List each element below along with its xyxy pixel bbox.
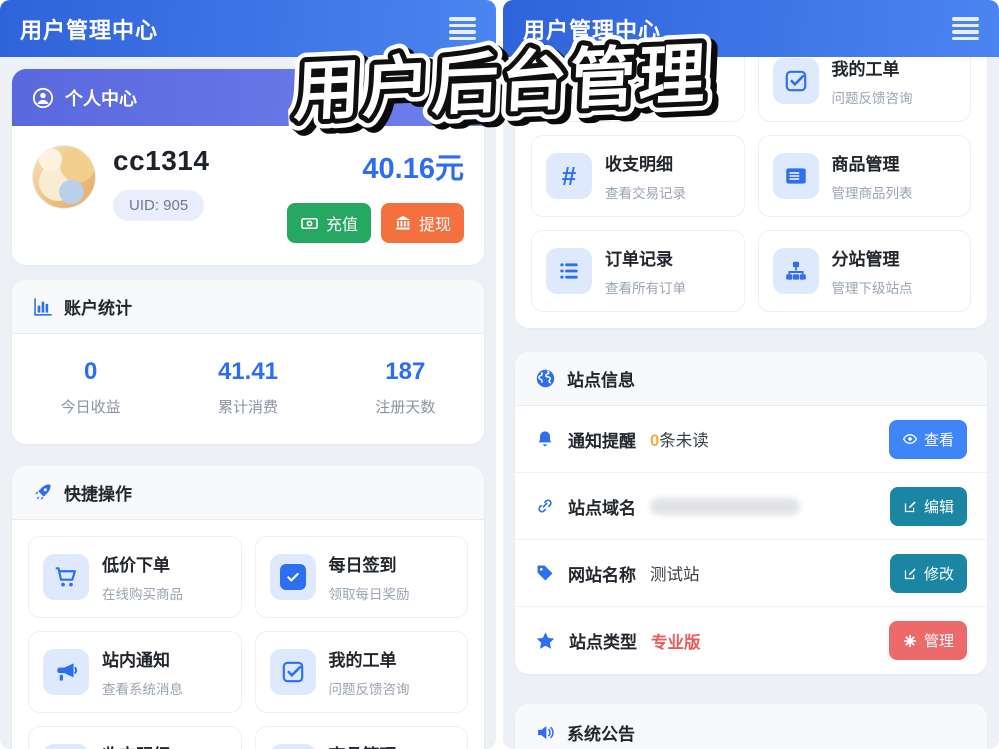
quick-tile-notice[interactable]: 站内通知 查看系统消息 <box>28 631 242 713</box>
site-type-value: 专业版 <box>651 633 701 652</box>
personal-card-header: 个人中心 <box>12 69 484 126</box>
banknote-icon <box>301 217 318 229</box>
quick-tile-products[interactable]: 商品管理 管理商品列表 <box>254 726 468 749</box>
quick-tile-orders[interactable]: 订单记录 查看所有订单 <box>531 230 745 312</box>
check-outline-icon <box>785 70 806 92</box>
manage-type-button[interactable]: 管理 <box>888 621 967 660</box>
menu-icon[interactable] <box>952 17 979 40</box>
check-filled-icon <box>279 564 306 590</box>
quick-actions-card: 快捷操作 低价下单 在线购买商品 每日签到 领取每日奖励 站内通知 查看系统消息… <box>12 466 484 749</box>
bar-chart-icon <box>34 298 52 316</box>
eye-icon <box>902 433 918 445</box>
star-icon <box>536 632 555 649</box>
username: cc1314 <box>113 145 210 176</box>
edit-icon <box>904 567 916 579</box>
site-info-header: 站点信息 <box>515 352 987 406</box>
page: 用户管理中心 个人中心 cc1314 UID: 905 40.16元 充值 提现… <box>0 0 999 749</box>
person-circle-icon <box>32 87 54 108</box>
sitemap-icon <box>785 261 806 280</box>
quick-tile-billing[interactable]: # 收支明细 查看交易记录 <box>531 135 745 217</box>
app-title: 用户管理中心 <box>20 17 159 43</box>
app-title: 用户管理中心 <box>523 17 662 43</box>
edit-domain-button[interactable]: 编辑 <box>889 486 967 526</box>
quick-tile-ticket[interactable]: 我的工单 问题反馈咨询 <box>254 631 468 713</box>
check-outline-icon <box>282 661 303 683</box>
sitename-value: 测试站 <box>650 566 700 584</box>
megaphone-icon <box>560 72 577 90</box>
cart-icon <box>55 567 76 587</box>
left-screen: 用户管理中心 个人中心 cc1314 UID: 905 40.16元 充值 提现… <box>0 0 496 749</box>
right-screen: 用户管理中心 站内通知 查看系统消息 我的工单 问题反馈咨询 # 收支明细 查看… <box>503 0 999 749</box>
quick-actions-card-scrolled: 站内通知 查看系统消息 我的工单 问题反馈咨询 # 收支明细 查看交易记录 商品… <box>515 24 987 328</box>
stats-header: 账户统计 <box>12 280 484 334</box>
site-row-domain: 站点域名 编辑 <box>515 473 987 540</box>
right-appbar: 用户管理中心 <box>503 0 999 57</box>
balance-amount: 40.16元 <box>362 153 464 185</box>
quick-tile-products[interactable]: 商品管理 管理商品列表 <box>757 135 971 217</box>
menu-icon[interactable] <box>449 17 476 40</box>
gear-icon <box>904 634 916 647</box>
quick-tile-checkin[interactable]: 每日签到 领取每日奖励 <box>254 536 468 618</box>
quick-actions-title: 快捷操作 <box>64 485 132 504</box>
stat-days-registered: 187 注册天数 <box>375 358 436 416</box>
table-card-icon <box>785 168 806 184</box>
left-content: 个人中心 cc1314 UID: 905 40.16元 充值 提现 账户统计 0… <box>0 69 496 749</box>
stat-today-income: 0 今日收益 <box>60 358 121 416</box>
bank-icon <box>395 215 411 230</box>
quick-tile-billing[interactable]: # 收支明细 查看交易记录 <box>28 726 242 749</box>
personal-card-body: cc1314 UID: 905 40.16元 充值 提现 <box>12 126 484 265</box>
edit-icon <box>904 500 916 512</box>
left-appbar: 用户管理中心 <box>0 0 496 57</box>
quick-tile-subsites[interactable]: 分站管理 管理下级站点 <box>757 230 971 312</box>
site-info-card: 站点信息 通知提醒 0条未读 查看 站点域名 编辑 网站名称 测试站 修改 站点… <box>515 352 987 674</box>
personal-card: 个人中心 cc1314 UID: 905 40.16元 充值 提现 <box>12 69 484 265</box>
personal-title: 个人中心 <box>65 88 137 109</box>
withdraw-button[interactable]: 提现 <box>380 203 464 243</box>
stats-title: 账户统计 <box>64 299 132 318</box>
bell-icon <box>538 431 552 447</box>
announcement-header: 系统公告 <box>515 704 987 749</box>
site-row-type: 站点类型 专业版 管理 <box>515 607 987 674</box>
quick-actions-header: 快捷操作 <box>12 466 484 520</box>
unread-count: 0 <box>650 432 660 450</box>
recharge-button[interactable]: 充值 <box>286 203 371 243</box>
site-row-notifications: 通知提醒 0条未读 查看 <box>515 406 987 473</box>
site-info-title: 站点信息 <box>567 371 635 390</box>
avatar <box>32 145 96 209</box>
globe-icon <box>536 369 555 388</box>
link-icon <box>538 499 552 513</box>
stat-total-spend: 41.41 累计消费 <box>217 358 279 416</box>
hash-icon: # <box>561 160 577 191</box>
stats-card: 账户统计 0 今日收益 41.41 累计消费 187 注册天数 <box>12 280 484 444</box>
quick-tile-order[interactable]: 低价下单 在线购买商品 <box>28 536 242 618</box>
rocket-icon <box>34 484 51 501</box>
uid-badge: UID: 905 <box>113 190 205 221</box>
announcement-card: 系统公告 <box>515 704 987 749</box>
announcement-title: 系统公告 <box>567 725 635 744</box>
list-icon <box>560 263 578 279</box>
tag-icon <box>537 565 553 581</box>
site-row-sitename: 网站名称 测试站 修改 <box>515 540 987 607</box>
view-notifications-button[interactable]: 查看 <box>888 419 967 459</box>
edit-sitename-button[interactable]: 修改 <box>889 553 967 593</box>
right-content: 站内通知 查看系统消息 我的工单 问题反馈咨询 # 收支明细 查看交易记录 商品… <box>503 24 999 749</box>
speaker-icon <box>538 725 554 740</box>
megaphone-icon <box>57 663 78 681</box>
site-domain-blurred-value <box>650 497 800 515</box>
